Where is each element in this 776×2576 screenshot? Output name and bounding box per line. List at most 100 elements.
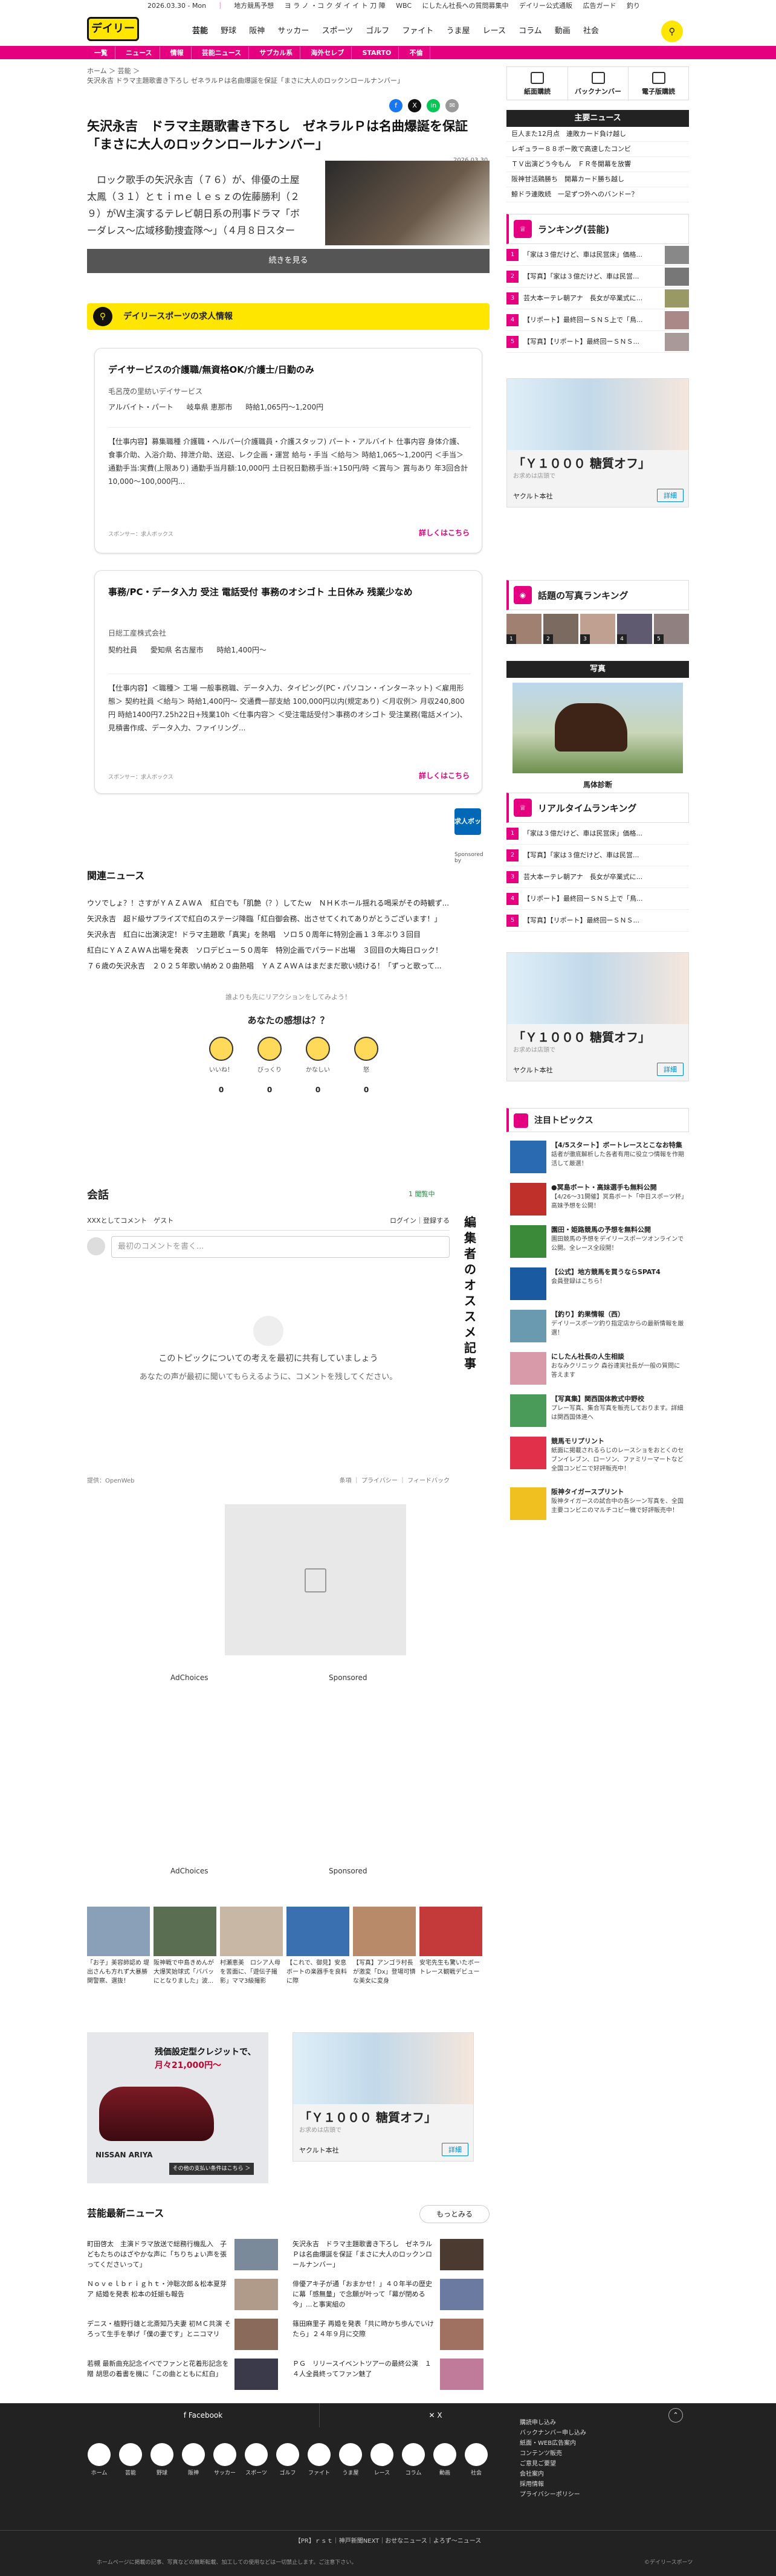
ad-detail-button[interactable]: 詳細 xyxy=(657,489,684,502)
footer-link[interactable]: 採用情報 xyxy=(520,2479,586,2490)
digital-subscribe-button[interactable]: 電子版購読 xyxy=(628,67,688,101)
footer-cat[interactable]: スポーツ xyxy=(244,2443,268,2476)
news-item[interactable]: 町田啓太 主演ドラマ放送で総務行機乱入 子どもたちのはざやかな声に「ちりちょい声… xyxy=(87,2239,280,2273)
nav-item-geino[interactable]: 芸能 xyxy=(192,23,208,40)
ranking-item[interactable]: 3 芸大本ーテレ朝アナ 長女が卒業式に... xyxy=(506,288,689,309)
top-link[interactable]: にしたん社長への質問募集中 xyxy=(422,2,509,10)
job-title[interactable]: デイサービスの介護職/無資格OK/介護士/日勤のみ xyxy=(108,362,471,378)
facebook-share-icon[interactable]: f xyxy=(389,99,403,112)
thumb-card[interactable]: 安宅先生も驚いたボートレース観戦デビュー xyxy=(419,1907,482,1986)
footer-cat[interactable]: 社会 xyxy=(464,2443,488,2476)
search-button[interactable]: ⚲ xyxy=(661,21,683,42)
ad-cta-button[interactable]: その他の支払い条件はこちら ＞ xyxy=(169,2163,254,2175)
yakult-ad[interactable]: 「Ｙ１０００ 糖質オフ」 お求めは店頭で ヤクルト本社 詳細 xyxy=(506,378,689,507)
read-more-button[interactable]: 続きを見る xyxy=(87,249,490,273)
nav-item[interactable]: うま屋 xyxy=(447,23,470,40)
footer-cat[interactable]: うま屋 xyxy=(338,2443,363,2476)
photo-rank-thumb[interactable]: 1 xyxy=(506,614,542,644)
related-item[interactable]: 紅白にＹＡＺＡＷＡ出場を発表 ソロデビュー５０周年 特別企画でパラード出場 ３回… xyxy=(87,942,490,958)
more-button[interactable]: もっとみる xyxy=(419,2205,490,2223)
back-number-button[interactable]: バックナンバー xyxy=(567,67,628,101)
news-item[interactable]: 矢沢永吉 ドラマ主題歌書き下ろし ゼネラルＰは名曲爆誕を保証「まさに大人のロック… xyxy=(293,2239,486,2273)
back-to-top-button[interactable]: ⌃ xyxy=(668,2408,683,2423)
facebook-link[interactable]: f Facebook xyxy=(87,2403,319,2427)
ranking-item[interactable]: 1 「家は３億だけど、車は民営床」価格... xyxy=(506,823,689,845)
ad-detail-button[interactable]: 詳細 xyxy=(657,1063,684,1076)
topic-item[interactable]: 【4/5スタート】ボートレースとこなお特集 話者が徹底解析した各者有用に役立つ情報… xyxy=(506,1137,689,1177)
news-item[interactable]: デニス・植野行雄と北斎知乃夫妻 初ＭＣ共演 そろって生手を挙げ「僕の妻です」とニ… xyxy=(87,2319,280,2352)
ranking-item[interactable]: 5 【写真】【リポート】最終回ーＳＮＳ... xyxy=(506,910,689,932)
photo-rank-thumb[interactable]: 5 xyxy=(654,614,689,644)
topic-item[interactable]: 【釣り】釣果情報（西） デイリースポーツ釣り指定店からの最新情報を厳選！ xyxy=(506,1306,689,1346)
news-item[interactable]: Ｎｏｖｅｌｂｒｉｇｈｔ・沖聡次郎＆松本夏芽ア 結婚を発表 松本の妊娠も報告 xyxy=(87,2279,280,2313)
x-share-icon[interactable]: X xyxy=(408,99,422,112)
news-item[interactable]: 若槻 最新曲充記念イベでファンと花着形記念を贈 胡思の着書を機に「この曲とともに… xyxy=(87,2359,280,2392)
featured-photo[interactable] xyxy=(512,683,683,773)
thumb-card[interactable]: 【写真】アンゴラ村長が激変「Dx」登場可憐な美女に変身 xyxy=(353,1907,416,1986)
x-link[interactable]: ✕ X xyxy=(319,2403,551,2427)
subnav-item[interactable]: 一覧 xyxy=(87,47,115,60)
news-item[interactable]: ＰＧ リリースイベントツアーの最終公演 １４人全員終ってファン魅了 xyxy=(293,2359,486,2392)
subnav-item[interactable]: ニュース xyxy=(118,47,160,60)
job-detail-link[interactable]: 詳しくはこちら xyxy=(419,527,470,538)
line-share-icon[interactable]: in xyxy=(427,99,441,112)
top-link[interactable]: WBC xyxy=(396,2,412,10)
related-item[interactable]: ウソでしょ？！さすがＹＡＺＡＷＡ 紅白でも「肌艶（？）してたｗ ＮＨＫホール揺れ… xyxy=(87,895,490,911)
nav-item[interactable]: スポーツ xyxy=(322,23,353,40)
job-card[interactable]: 事務/PC・データ入力 受注 電話受付 事務のオシゴト 土日休み 残業少なめ 日… xyxy=(94,570,482,794)
topic-item[interactable]: 【写真集】関西国体教式中野校 プレー写真、集合写真を販売しております。詳細は関西国… xyxy=(506,1391,689,1431)
footer-cat[interactable]: コラム xyxy=(401,2443,425,2476)
footer-cat[interactable]: ホーム xyxy=(87,2443,111,2476)
adchoices-label[interactable]: AdChoices xyxy=(170,1673,209,1682)
topic-item[interactable]: 【公式】地方競馬を買うならSPAT4 会員登録はこちら！ xyxy=(506,1264,689,1304)
ad-placeholder[interactable] xyxy=(225,1504,406,1655)
footer-cat[interactable]: 動画 xyxy=(433,2443,457,2476)
ad-detail-button[interactable]: 詳細 xyxy=(442,2143,468,2156)
breadcrumb-path[interactable]: ホーム ＞ 芸能 ＞ xyxy=(87,66,490,76)
subnav-item[interactable]: サブカル系 xyxy=(252,47,301,60)
subnav-item[interactable]: 海外セレブ xyxy=(303,47,352,60)
nav-item[interactable]: レース xyxy=(483,23,506,40)
footer-cat[interactable]: ゴルフ xyxy=(276,2443,300,2476)
yakult-ad[interactable]: 「Ｙ１０００ 糖質オフ」 お求めは店頭で ヤクルト本社 詳細 xyxy=(506,952,689,1081)
news-item[interactable]: 篠田麻里子 再婚を発表「共に時かち歩んでいけたら」２４年９月に交際 xyxy=(293,2319,486,2352)
news-item[interactable]: 俳優アキ子が通「おまかせ！」４０年半の歴史に幕「感無量」で念願が叶って「幕が閉め… xyxy=(293,2279,486,2313)
photo-rank-thumb[interactable]: 4 xyxy=(617,614,652,644)
ranking-item[interactable]: 2 【写真】「家は３億だけど、車は民営... xyxy=(506,845,689,866)
adchoices-label[interactable]: AdChoices xyxy=(170,1867,209,1875)
nav-item[interactable]: コラム xyxy=(519,23,542,40)
subnav-item[interactable]: STARTO xyxy=(355,47,399,60)
footer-cat[interactable]: ファイト xyxy=(307,2443,331,2476)
reaction-sad[interactable]: かなしい 0 xyxy=(300,1037,336,1094)
print-subscribe-button[interactable]: 紙面購読 xyxy=(507,67,567,101)
footer-cat[interactable]: レース xyxy=(370,2443,394,2476)
job-detail-link[interactable]: 詳しくはこちら xyxy=(419,770,470,781)
reaction-angry[interactable]: 怒0 xyxy=(348,1037,384,1094)
nav-item[interactable]: ゴルフ xyxy=(366,23,389,40)
ranking-item[interactable]: 4 【リポート】最終回ーＳＮＳ上で「鳥... xyxy=(506,309,689,331)
footer-cat[interactable]: 阪神 xyxy=(181,2443,205,2476)
top-link[interactable]: 広告ガード xyxy=(583,2,616,10)
comment-input[interactable]: 最初のコメントを書く... xyxy=(111,1236,450,1258)
thumb-card[interactable]: 村瀬恵美 ロシア人母を苦面に、「遊伝子撮影」ママ3級撮影 xyxy=(220,1907,283,1986)
nav-item[interactable]: 社会 xyxy=(583,23,599,40)
top-link[interactable]: デイリー公式通販 xyxy=(519,2,572,10)
job-title[interactable]: 事務/PC・データ入力 受注 電話受付 事務のオシゴト 土日休み 残業少なめ xyxy=(108,584,471,600)
ranking-item[interactable]: 4 【リポート】最終回ーＳＮＳ上で「鳥... xyxy=(506,888,689,910)
thumb-card[interactable]: 「お子」美容師認め 堤出さんも方れず大暴勝関警察、選抜！ xyxy=(87,1907,150,1986)
sponsored-by[interactable]: 求人ボックス Sponsored by xyxy=(454,808,490,864)
footer-link[interactable]: 会社案内 xyxy=(520,2469,586,2479)
footer-link[interactable]: ご意見ご要望 xyxy=(520,2459,586,2469)
related-item[interactable]: 矢沢永吉 紅白に出演決定！ドラマ主題歌「真実」を熱唱 ソロ５０周年に特別企画１３… xyxy=(87,927,490,942)
nav-item[interactable]: 動画 xyxy=(555,23,571,40)
main-news-item[interactable]: 巨人また12月点 連敗カード負け越し xyxy=(506,127,689,142)
reaction-surprise[interactable]: びっくり 0 xyxy=(251,1037,288,1094)
footer-link[interactable]: コンテンツ販売 xyxy=(520,2449,586,2459)
subnav-item[interactable]: 芸能ニュース xyxy=(195,47,250,60)
topic-item[interactable]: にしたん社長の人生相談 おなみクリニック 森谷達実社長が一般の質問に答えます xyxy=(506,1348,689,1388)
nav-item[interactable]: 阪神 xyxy=(249,23,265,40)
topic-item[interactable]: 園田・姫路競馬の予想を無料公開 園田競馬の予想をデイリースポーツオンラインで公開。… xyxy=(506,1222,689,1261)
topic-item[interactable]: ●冥島ボート・高妹選手も無料公開 【4/26〜31開催】冥島ボート「中日スポーツ杯… xyxy=(506,1179,689,1219)
subnav-item[interactable]: 情報 xyxy=(163,47,192,60)
top-link[interactable]: 地方競馬予想 xyxy=(234,2,274,10)
